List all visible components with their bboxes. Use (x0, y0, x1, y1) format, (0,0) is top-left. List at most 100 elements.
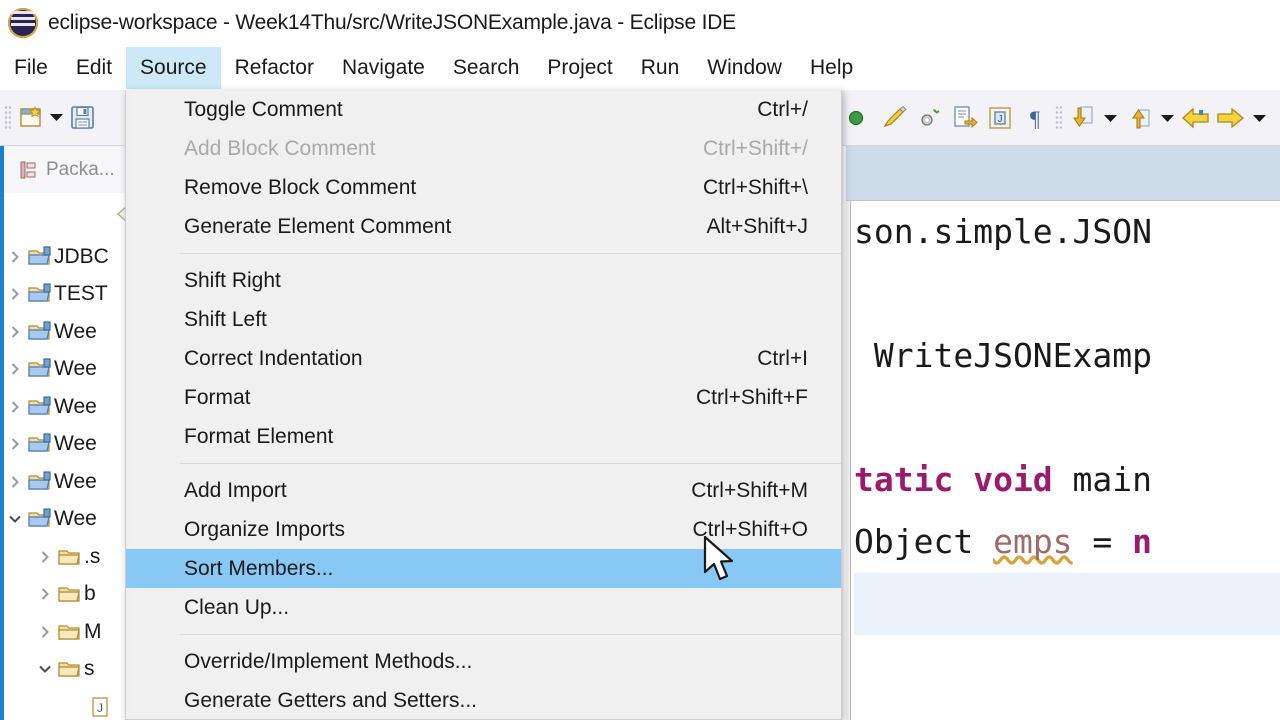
menu-item-label: Organize Imports (184, 517, 346, 541)
tree-item-label: M (84, 619, 102, 643)
menu-item-shift-right[interactable]: Shift Right (126, 261, 841, 300)
menu-item-shift-left[interactable]: Shift Left (126, 300, 841, 339)
menu-item-label: Generate Getters and Setters... (184, 688, 477, 712)
menu-item-override-implement-methods[interactable]: Override/Implement Methods... (126, 642, 841, 681)
chevron-right-icon[interactable] (34, 625, 56, 639)
menu-item-format[interactable]: Format Ctrl+Shift+F (126, 378, 841, 417)
tree-item-label: TEST (54, 282, 108, 306)
next-annotation-chevron-down-icon[interactable] (1102, 104, 1119, 132)
menu-item-accelerator: Ctrl+Shift+/ (702, 136, 808, 160)
source-code-text[interactable]: son.simple.JSON WriteJSONExamp tatic void… (854, 201, 1280, 635)
menu-item-toggle-comment[interactable]: Toggle Comment Ctrl+/ (126, 90, 841, 129)
menu-item-label: Format (184, 385, 251, 409)
folder-icon (56, 621, 84, 643)
chevron-right-icon[interactable] (34, 587, 56, 601)
code-line: WriteJSONExamp (854, 336, 1153, 375)
editor-gutter (846, 201, 851, 720)
menu-item-label: Override/Implement Methods... (184, 649, 473, 673)
java-project-icon (26, 246, 54, 268)
forward-history-icon[interactable] (1216, 103, 1246, 133)
tree-item-label: Wee (54, 469, 97, 493)
toolbar-grip-icon[interactable] (4, 104, 11, 131)
new-wizard-icon[interactable] (16, 103, 46, 133)
debug-icon[interactable] (845, 103, 875, 133)
editor-tab-strip[interactable] (846, 146, 1280, 201)
menu-item-format-element[interactable]: Format Element (126, 417, 841, 456)
chevron-right-icon[interactable] (4, 250, 26, 264)
title-bar: eclipse-workspace - Week14Thu/src/WriteJ… (0, 0, 1280, 46)
chevron-down-icon[interactable] (4, 512, 26, 526)
tree-item-label: Wee (54, 394, 97, 418)
menu-item-remove-block-comment[interactable]: Remove Block Comment Ctrl+Shift+\ (126, 168, 841, 207)
tree-item-label: Wee (54, 432, 97, 456)
new-java-class-icon[interactable] (950, 103, 980, 133)
code-line (854, 573, 1280, 635)
menubar-item-navigate[interactable]: Navigate (328, 47, 439, 89)
menu-separator (126, 627, 841, 642)
chevron-right-icon[interactable] (34, 550, 56, 564)
menubar-item-project[interactable]: Project (533, 47, 626, 89)
menubar-item-source[interactable]: Source (126, 47, 221, 89)
menu-item-add-import[interactable]: Add Import Ctrl+Shift+M (126, 471, 841, 510)
menu-item-accelerator: Ctrl+Shift+M (691, 478, 808, 502)
toolbar-right-group: J ¶ (845, 90, 1268, 146)
chevron-right-icon[interactable] (4, 325, 26, 339)
menubar-item-edit[interactable]: Edit (62, 47, 126, 89)
show-whitespace-icon[interactable]: ¶ (1020, 103, 1050, 133)
menu-item-sort-members[interactable]: Sort Members... (126, 549, 841, 588)
menubar-item-refactor[interactable]: Refactor (221, 47, 328, 89)
history-chevron-down-icon[interactable] (1251, 104, 1268, 132)
save-icon[interactable] (67, 103, 97, 133)
menu-separator (126, 246, 841, 261)
external-tools-icon[interactable] (915, 103, 945, 133)
next-annotation-icon[interactable] (1067, 103, 1097, 133)
clean-brush-icon[interactable] (880, 103, 910, 133)
code-editor: son.simple.JSON WriteJSONExamp tatic void… (846, 146, 1280, 720)
menu-item-label: Clean Up... (184, 595, 290, 619)
chevron-right-icon[interactable] (4, 475, 26, 489)
source-menu-popup: Toggle Comment Ctrl+/ Add Block Comment Ctr… (125, 90, 842, 720)
open-type-icon[interactable]: J (985, 103, 1015, 133)
toolbar-left-group (0, 103, 97, 133)
menu-item-generate-getters-and-setters[interactable]: Generate Getters and Setters... (126, 681, 841, 719)
previous-annotation-icon[interactable] (1124, 103, 1154, 133)
menu-item-accelerator: Ctrl+I (757, 346, 808, 370)
chevron-right-icon[interactable] (4, 437, 26, 451)
tree-item-label: b (84, 582, 96, 606)
back-history-icon[interactable] (1181, 103, 1211, 133)
menu-item-accelerator: Alt+Shift+J (706, 214, 808, 238)
folder-icon (56, 583, 84, 605)
folder-icon (56, 658, 84, 680)
java-project-icon (26, 471, 54, 493)
menubar-item-window[interactable]: Window (693, 47, 796, 89)
chevron-down-icon[interactable] (34, 662, 56, 676)
menu-item-label: Shift Right (184, 268, 281, 292)
java-project-icon (26, 321, 54, 343)
previous-annotation-chevron-down-icon[interactable] (1159, 104, 1176, 132)
menu-item-generate-element-comment[interactable]: Generate Element Comment Alt+Shift+J (126, 207, 841, 246)
menu-item-label: Add Block Comment (184, 136, 376, 160)
chevron-right-icon[interactable] (4, 362, 26, 376)
chevron-right-icon[interactable] (4, 400, 26, 414)
menubar-item-help[interactable]: Help (796, 47, 867, 89)
menu-item-clean-up[interactable]: Clean Up... (126, 588, 841, 627)
menu-item-correct-indentation[interactable]: Correct Indentation Ctrl+I (126, 339, 841, 378)
menu-bar: File Edit Source Refactor Navigate Search Proj… (0, 46, 1280, 90)
tree-item-label: Wee (54, 319, 97, 343)
code-line: Object emps = n (854, 522, 1153, 561)
menubar-item-file[interactable]: File (0, 47, 62, 89)
menubar-item-run[interactable]: Run (627, 47, 694, 89)
menu-item-label: Remove Block Comment (184, 175, 417, 199)
window-title: eclipse-workspace - Week14Thu/src/WriteJ… (48, 10, 736, 34)
menu-item-organize-imports[interactable]: Organize Imports Ctrl+Shift+O (126, 510, 841, 549)
chevron-right-icon[interactable] (4, 287, 26, 301)
java-project-icon (26, 396, 54, 418)
tree-item-label: JDBC (54, 244, 109, 268)
menu-item-label: Format Element (184, 424, 334, 448)
svg-text:¶: ¶ (1030, 106, 1040, 131)
new-wizard-chevron-down-icon[interactable] (48, 104, 65, 132)
java-project-icon (26, 358, 54, 380)
menubar-item-search[interactable]: Search (439, 47, 534, 89)
menu-item-label: Add Import (184, 478, 287, 502)
